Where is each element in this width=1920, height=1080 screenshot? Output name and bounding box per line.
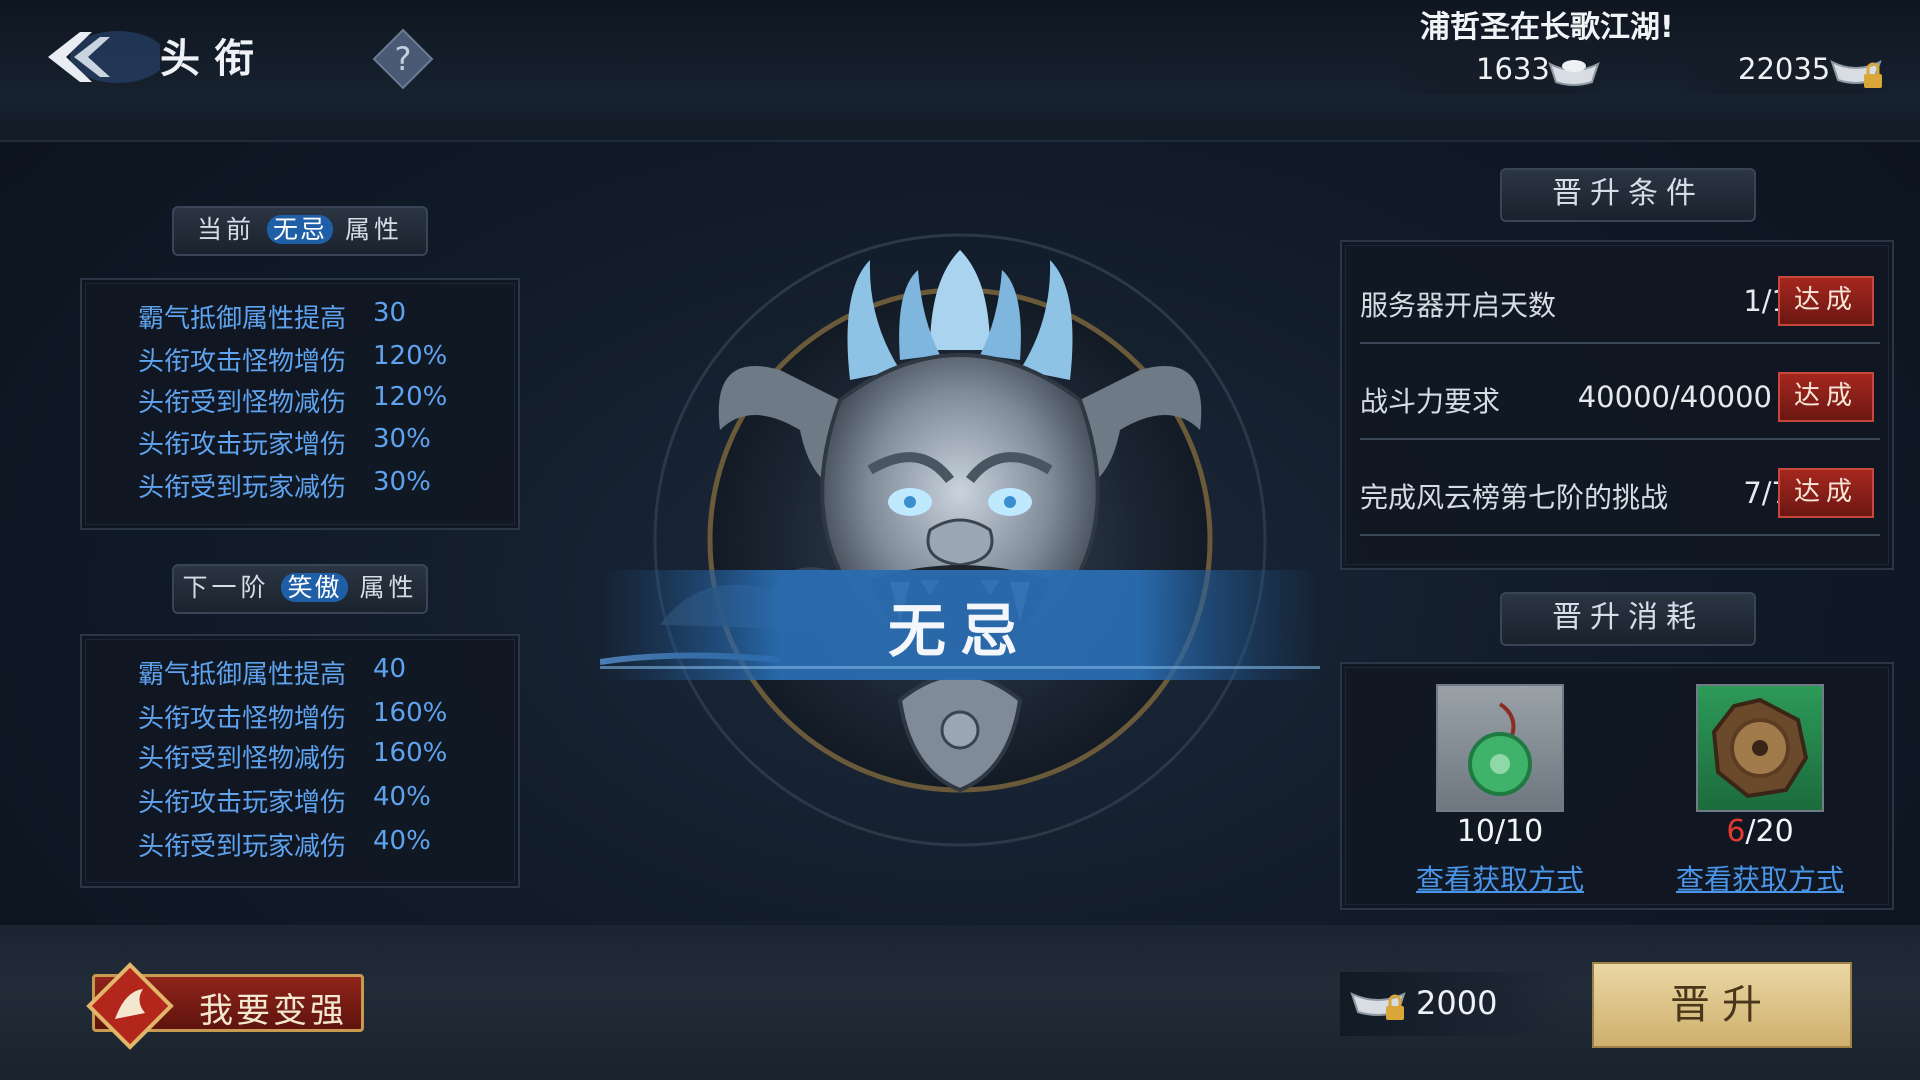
next-attr-tag: 下一阶 笑傲 属性: [172, 564, 428, 614]
next-attr-row: 头衔攻击玩家增伤 40%: [138, 782, 431, 819]
page-title: 头衔: [160, 35, 268, 82]
svg-text:?: ?: [395, 40, 412, 78]
item-have: 10: [1456, 814, 1495, 849]
silver-amount: 1633: [1476, 52, 1550, 86]
attr-value: 40%: [373, 782, 431, 812]
upgrade-cost: 2000: [1340, 972, 1570, 1036]
attr-label: 头衔受到怪物减伤: [138, 388, 347, 418]
locked-ingot-icon: [1350, 992, 1406, 1020]
conditions-title: 晋升条件: [1500, 168, 1756, 222]
title-emblem: [600, 233, 1320, 847]
next-attr-row: 头衔受到玩家减伤 40%: [138, 826, 431, 863]
next-rank-badge: 笑傲: [281, 573, 348, 602]
broadcast-marquee: 浦哲圣在长歌江湖!: [1420, 10, 1674, 45]
condition-row: 服务器开启天数 1/1 达成: [1360, 262, 1880, 344]
item-slot-jade[interactable]: [1436, 684, 1564, 812]
next-prefix: 下一阶: [182, 573, 270, 602]
condition-label: 战斗力要求: [1360, 385, 1501, 418]
consume-title: 晋升消耗: [1500, 592, 1756, 646]
item-have: 6: [1726, 814, 1746, 849]
attr-label: 头衔攻击怪物增伤: [138, 347, 347, 377]
current-attr-row: 头衔攻击玩家增伤 30%: [138, 424, 431, 461]
emblem-name: 无忌: [887, 597, 1032, 665]
upgrade-button[interactable]: 晋升: [1592, 962, 1852, 1048]
current-prefix: 当前: [197, 215, 256, 244]
condition-label: 服务器开启天数: [1360, 289, 1557, 322]
attr-value: 40%: [373, 826, 431, 856]
item-need: /20: [1745, 814, 1794, 849]
cost-amount: 2000: [1416, 984, 1498, 1022]
back-arrow-icon[interactable]: [40, 22, 160, 92]
locked-ingot-icon: [1830, 60, 1882, 88]
view-source-link[interactable]: 查看获取方式: [1660, 858, 1860, 898]
condition-label: 完成风云榜第七阶的挑战: [1360, 481, 1669, 514]
strength-emblem-icon: [86, 962, 174, 1050]
attr-value: 30%: [373, 424, 431, 454]
attr-label: 头衔受到玩家减伤: [138, 832, 347, 862]
attr-value: 40: [373, 654, 407, 684]
top-bar: 头衔 ? 浦哲圣在长歌江湖! 1633 22035: [0, 0, 1920, 142]
current-attr-row: 头衔受到怪物减伤 120%: [138, 382, 447, 419]
attr-value: 120%: [373, 382, 448, 412]
current-attr-panel: 霸气抵御属性提高 30 头衔攻击怪物增伤 120% 头衔受到怪物减伤 120% 头衔攻…: [80, 278, 520, 530]
condition-progress: 40000/40000: [1577, 380, 1772, 414]
next-attr-row: 头衔受到怪物减伤 160%: [138, 738, 447, 775]
next-attr-row: 头衔攻击怪物增伤 160%: [138, 698, 447, 735]
current-attr-row: 霸气抵御属性提高 30: [138, 298, 406, 335]
next-suffix: 属性: [359, 573, 418, 602]
gold-currency: 22035: [1686, 48, 1886, 94]
item-count-jade: 10/10: [1400, 814, 1600, 849]
attr-label: 头衔攻击玩家增伤: [138, 788, 347, 818]
jade-pendant-icon: [1468, 702, 1532, 796]
attr-label: 头衔攻击玩家增伤: [138, 430, 347, 460]
help-icon[interactable]: ?: [372, 28, 434, 90]
attr-value: 160%: [373, 738, 448, 768]
attr-value: 120%: [373, 341, 448, 371]
attr-value: 30%: [373, 467, 431, 497]
silver-ingot-icon: [1548, 60, 1600, 86]
get-stronger-label: 我要变强: [199, 991, 347, 1031]
achieved-badge: 达成: [1778, 372, 1874, 422]
attr-label: 头衔受到玩家减伤: [138, 473, 347, 503]
condition-row: 完成风云榜第七阶的挑战 7/7 达成: [1360, 454, 1880, 536]
attr-label: 霸气抵御属性提高: [138, 660, 347, 690]
attr-value: 30: [373, 298, 407, 328]
current-attr-tag: 当前 无忌 属性: [172, 206, 428, 256]
item-need: /10: [1494, 814, 1544, 849]
achieved-badge: 达成: [1778, 276, 1874, 326]
current-suffix: 属性: [344, 215, 403, 244]
current-attr-row: 头衔攻击怪物增伤 120%: [138, 341, 447, 378]
attr-value: 160%: [373, 698, 448, 728]
next-attr-row: 霸气抵御属性提高 40: [138, 654, 406, 691]
view-source-link[interactable]: 查看获取方式: [1400, 858, 1600, 898]
attr-label: 头衔攻击怪物增伤: [138, 704, 347, 734]
get-stronger-button[interactable]: 我要变强: [86, 962, 364, 1050]
condition-row: 战斗力要求 40000/40000 达成: [1360, 358, 1880, 440]
item-slot-medal[interactable]: [1696, 684, 1824, 812]
bronze-medal-icon: [1711, 697, 1809, 799]
attr-label: 霸气抵御属性提高: [138, 304, 347, 334]
gold-amount: 22035: [1738, 52, 1831, 86]
attr-label: 头衔受到怪物减伤: [138, 744, 347, 774]
achieved-badge: 达成: [1778, 468, 1874, 518]
current-attr-row: 头衔受到玩家减伤 30%: [138, 467, 431, 504]
current-rank-badge: 无忌: [266, 215, 333, 244]
silver-currency: 1633: [1400, 48, 1600, 94]
next-attr-panel: 霸气抵御属性提高 40 头衔攻击怪物增伤 160% 头衔受到怪物减伤 160% 头衔攻…: [80, 634, 520, 888]
item-count-medal: 6/20: [1660, 814, 1860, 849]
